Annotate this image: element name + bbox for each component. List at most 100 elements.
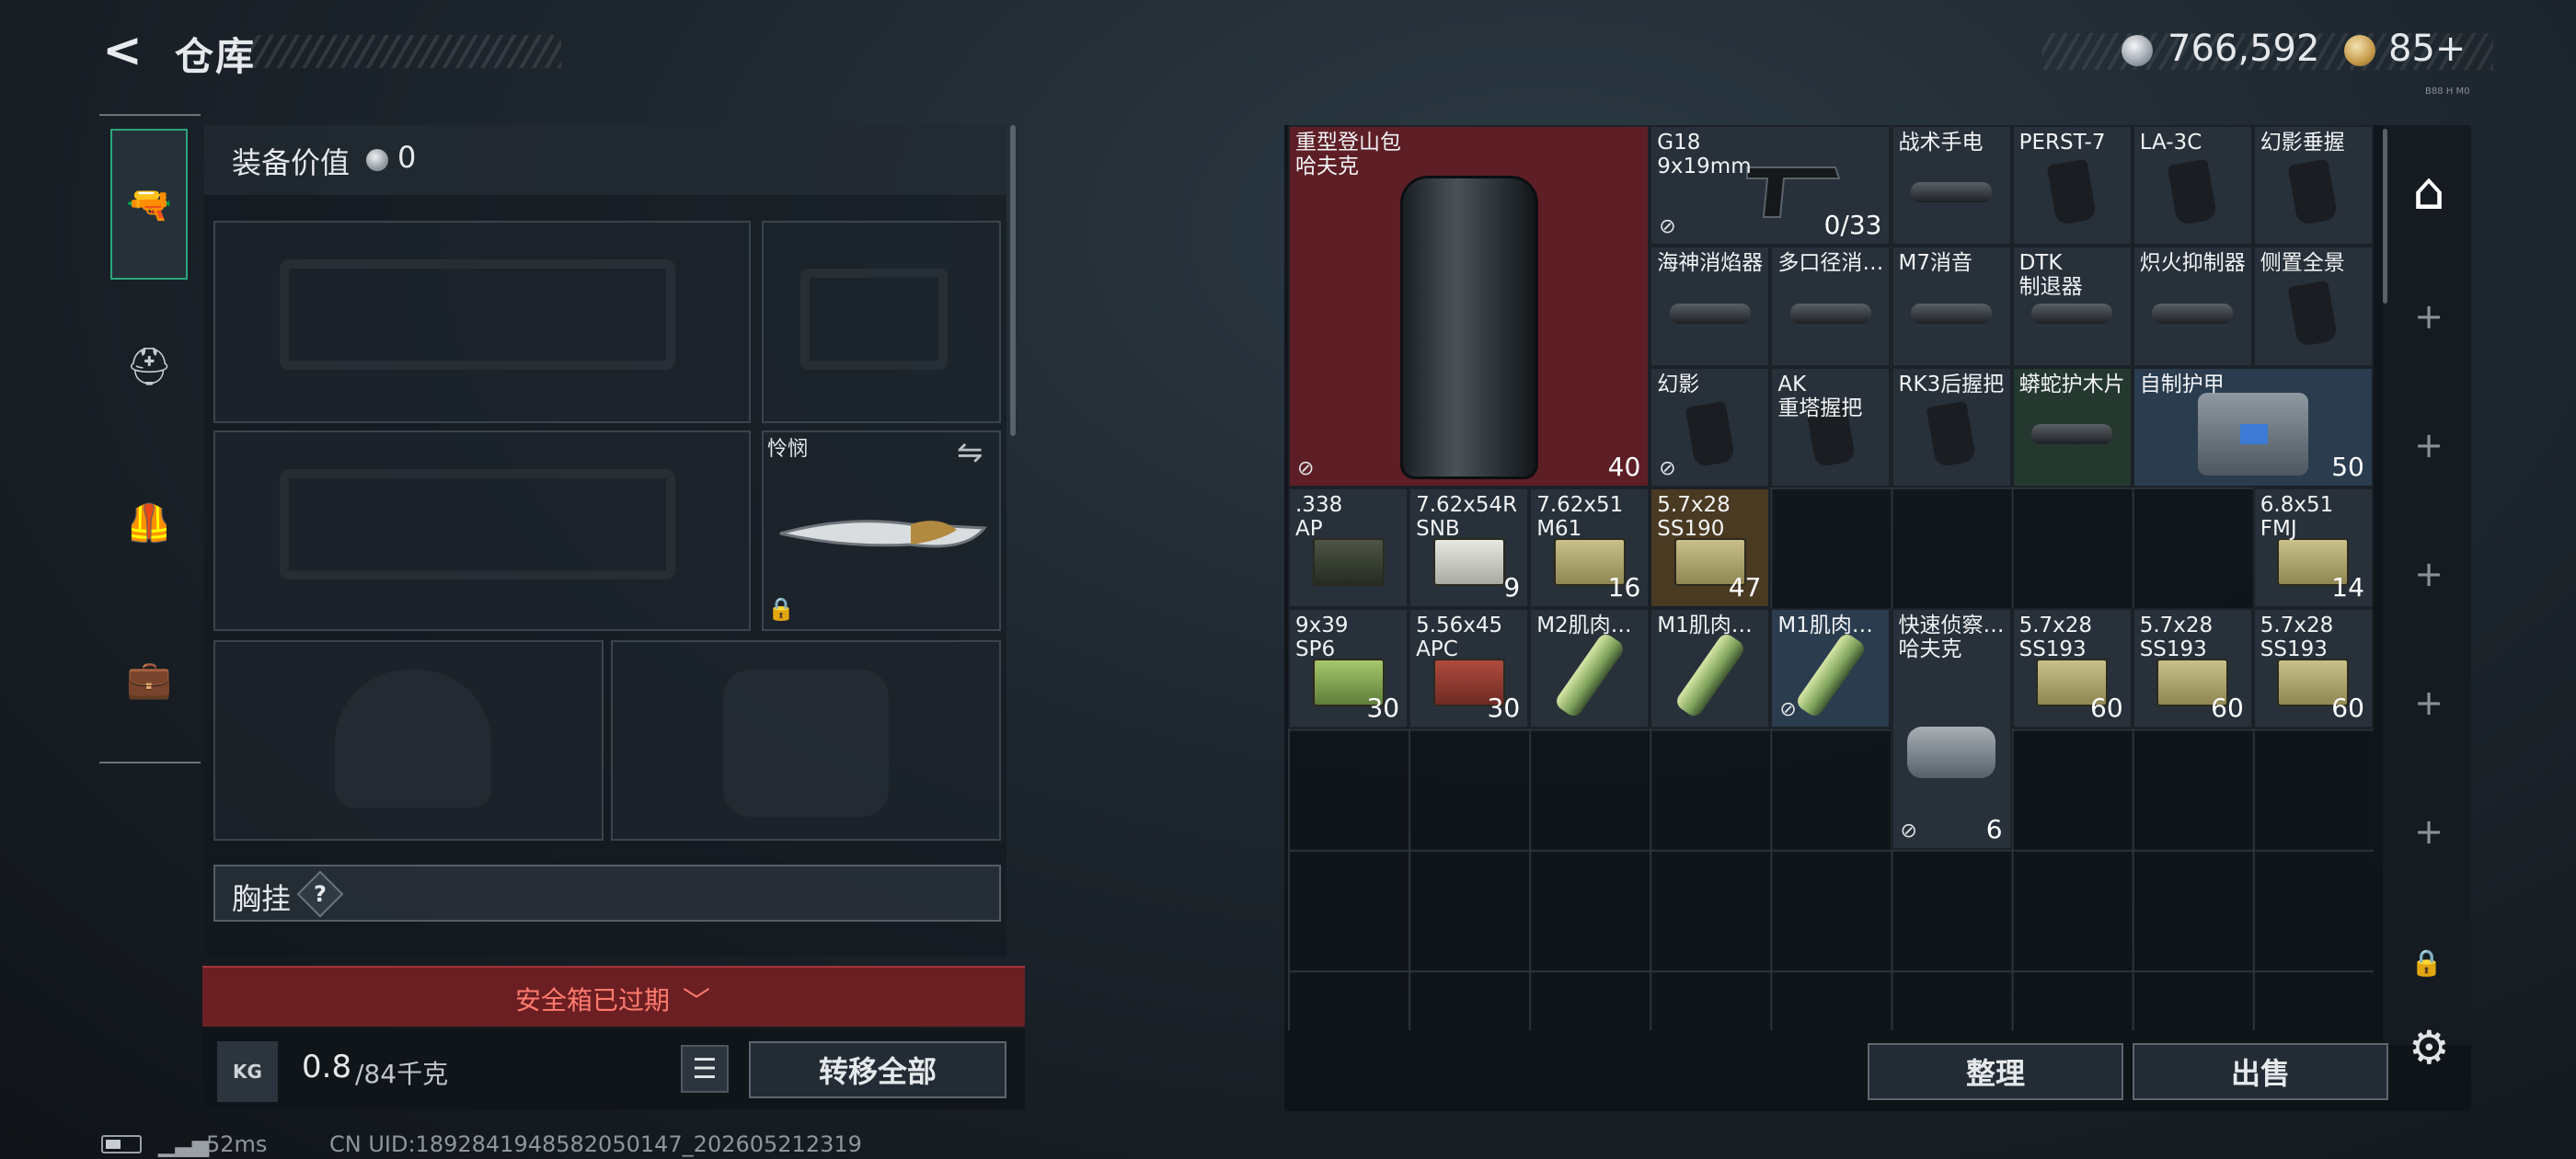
backpack-image: [1399, 176, 1538, 480]
ammo-box-icon: [1312, 537, 1385, 586]
nav-case-tab[interactable]: 💼: [110, 603, 188, 754]
stash-item[interactable]: 幻影 ⊘: [1650, 366, 1771, 488]
grip-image: [2287, 158, 2339, 226]
transfer-all-button[interactable]: 转移全部: [749, 1041, 1006, 1098]
stash-item[interactable]: 7.62x54R SNB 9: [1409, 487, 1530, 609]
stash-item[interactable]: M2肌肉…: [1529, 608, 1650, 729]
stash-item[interactable]: 7.62x51 M61 16: [1529, 487, 1650, 609]
title-decoration: [248, 35, 561, 68]
item-name: RK3后握把: [1898, 372, 2005, 396]
armor-slot[interactable]: [611, 640, 1001, 841]
stash-item[interactable]: 5.7x28 SS190 47: [1650, 487, 1771, 609]
stash-item[interactable]: LA-3C: [2132, 125, 2253, 247]
item-count: 30: [1366, 693, 1400, 724]
item-name: 5.7x28 SS193: [2018, 614, 2093, 662]
item-name: M1肌肉…: [1657, 614, 1753, 638]
list-view-button[interactable]: ☰: [681, 1045, 729, 1093]
no-insure-icon: ⊘: [1659, 215, 1676, 239]
item-name: 蟒蛇护木片: [2018, 372, 2125, 396]
stash-item[interactable]: 5.7x28 SS193 60: [2011, 608, 2133, 729]
stash-item[interactable]: PERST-7: [2011, 125, 2133, 247]
grip-image: [2046, 158, 2098, 226]
equipment-nav: 🔫 ⛑ 🦺 💼: [99, 114, 201, 763]
add-stash-tab-button[interactable]: +: [2401, 296, 2456, 337]
stash-item[interactable]: 快速侦察… 哈夫克 6 ⊘: [1891, 608, 2012, 850]
stash-item[interactable]: 侧置全景: [2252, 246, 2374, 367]
helmet-slot[interactable]: [213, 640, 604, 841]
stash-item[interactable]: DTK 制退器: [2011, 246, 2133, 367]
nav-helmet-tab[interactable]: ⛑: [110, 291, 188, 442]
nav-weapon-tab[interactable]: 🔫: [110, 129, 188, 280]
ammo-box-icon: [1432, 537, 1505, 586]
stash-item[interactable]: 多口径消…: [1770, 246, 1892, 367]
stash-item[interactable]: 战术手电: [1891, 125, 2012, 247]
item-name: PERST-7: [2018, 131, 2106, 155]
armor-image: [2197, 392, 2308, 476]
helmet-silhouette-icon: [335, 670, 491, 808]
stash-item[interactable]: 炽火抑制器: [2132, 246, 2253, 367]
add-stash-tab-button[interactable]: +: [2401, 425, 2456, 465]
add-stash-tab-button[interactable]: +: [2401, 683, 2456, 723]
back-button[interactable]: <: [99, 23, 145, 78]
item-name: 5.56x45 APC: [1416, 614, 1503, 662]
rifle-silhouette-icon: [280, 259, 675, 370]
stash-item[interactable]: 自制护甲 50: [2132, 366, 2374, 488]
item-name: M1肌肉…: [1777, 614, 1873, 638]
attachment-icon: [2031, 423, 2113, 444]
version-text: B88 H M0: [2425, 86, 2470, 97]
syringe-image: [1552, 631, 1627, 720]
equipment-scrollbar[interactable]: [1010, 125, 1016, 436]
stash-item[interactable]: M1肌肉… ⊘: [1770, 608, 1892, 729]
stash-item[interactable]: 6.8x51 FMJ 14: [2252, 487, 2374, 609]
item-name: 5.7x28 SS190: [1657, 492, 1731, 541]
back-arrow-icon: <: [102, 23, 143, 78]
stash-item[interactable]: 5.56x45 APC 30: [1409, 608, 1530, 729]
stash-item[interactable]: G18 9x19mm 0/33 ⊘: [1650, 125, 1892, 247]
item-name: 9x39 SP6: [1295, 614, 1349, 662]
grip-icon: [2167, 158, 2218, 226]
grip-image: [1685, 400, 1736, 468]
secondary-weapon-slot[interactable]: [213, 430, 751, 631]
signal-icon: ▁▃▅: [158, 1131, 210, 1157]
battery-icon: [101, 1135, 142, 1153]
stash-item[interactable]: .338 AP: [1288, 487, 1409, 609]
helmet-icon: ⛑: [125, 345, 173, 388]
item-name: AK 重塔握把: [1777, 372, 1863, 420]
stash-item[interactable]: AK 重塔握把: [1770, 366, 1892, 488]
swap-icon[interactable]: ⇋: [957, 434, 983, 471]
grip-icon: [1926, 400, 1977, 468]
settings-gear-icon[interactable]: ⚙: [2409, 1021, 2450, 1074]
stash-item[interactable]: 海神消焰器: [1650, 246, 1771, 367]
stash-item[interactable]: RK3后握把: [1891, 366, 2012, 488]
add-stash-tab-button[interactable]: +: [2401, 554, 2456, 594]
stash-item[interactable]: 幻影垂握: [2252, 125, 2374, 247]
nav-vest-tab[interactable]: 🦺: [110, 447, 188, 598]
syringe-icon: [1673, 631, 1747, 720]
stash-item[interactable]: M7消音: [1891, 246, 2012, 367]
no-insure-icon: ⊘: [1297, 456, 1315, 480]
add-stash-tab-button[interactable]: +: [2401, 811, 2456, 852]
item-name: 7.62x54R SNB: [1416, 492, 1518, 541]
item-name: M2肌肉…: [1536, 614, 1632, 638]
sell-button[interactable]: 出售: [2133, 1043, 2388, 1100]
stash-item[interactable]: 蟒蛇护木片: [2011, 366, 2133, 488]
item-count: 60: [2331, 693, 2364, 724]
attachment-icon: [2152, 303, 2234, 324]
rifle-silhouette-icon: [280, 469, 675, 580]
stash-item[interactable]: 5.7x28 SS193 60: [2132, 608, 2253, 729]
vest-icon: 🦺: [126, 501, 172, 545]
primary-weapon-slot[interactable]: [213, 221, 751, 423]
stash-item[interactable]: 重型登山包 哈夫克 40 ⊘: [1288, 125, 1650, 488]
stash-item[interactable]: M1肌肉…: [1650, 608, 1771, 729]
stash-item[interactable]: 9x39 SP6 30: [1288, 608, 1409, 729]
stash-item[interactable]: 5.7x28 SS193 60: [2252, 608, 2374, 729]
stash-main-tab[interactable]: ⌂: [2392, 155, 2466, 228]
money-amount: 766,592: [2168, 28, 2320, 70]
sort-button[interactable]: 整理: [1868, 1043, 2123, 1100]
token-amount[interactable]: 85+: [2388, 28, 2466, 70]
pistol-slot[interactable]: [762, 221, 1001, 423]
ping-text: 52ms: [206, 1131, 268, 1157]
stash-scrollbar[interactable]: [2383, 129, 2387, 304]
safe-box-expired-text: 安全箱已过期: [515, 985, 671, 1016]
attachment-icon: [1669, 303, 1751, 324]
